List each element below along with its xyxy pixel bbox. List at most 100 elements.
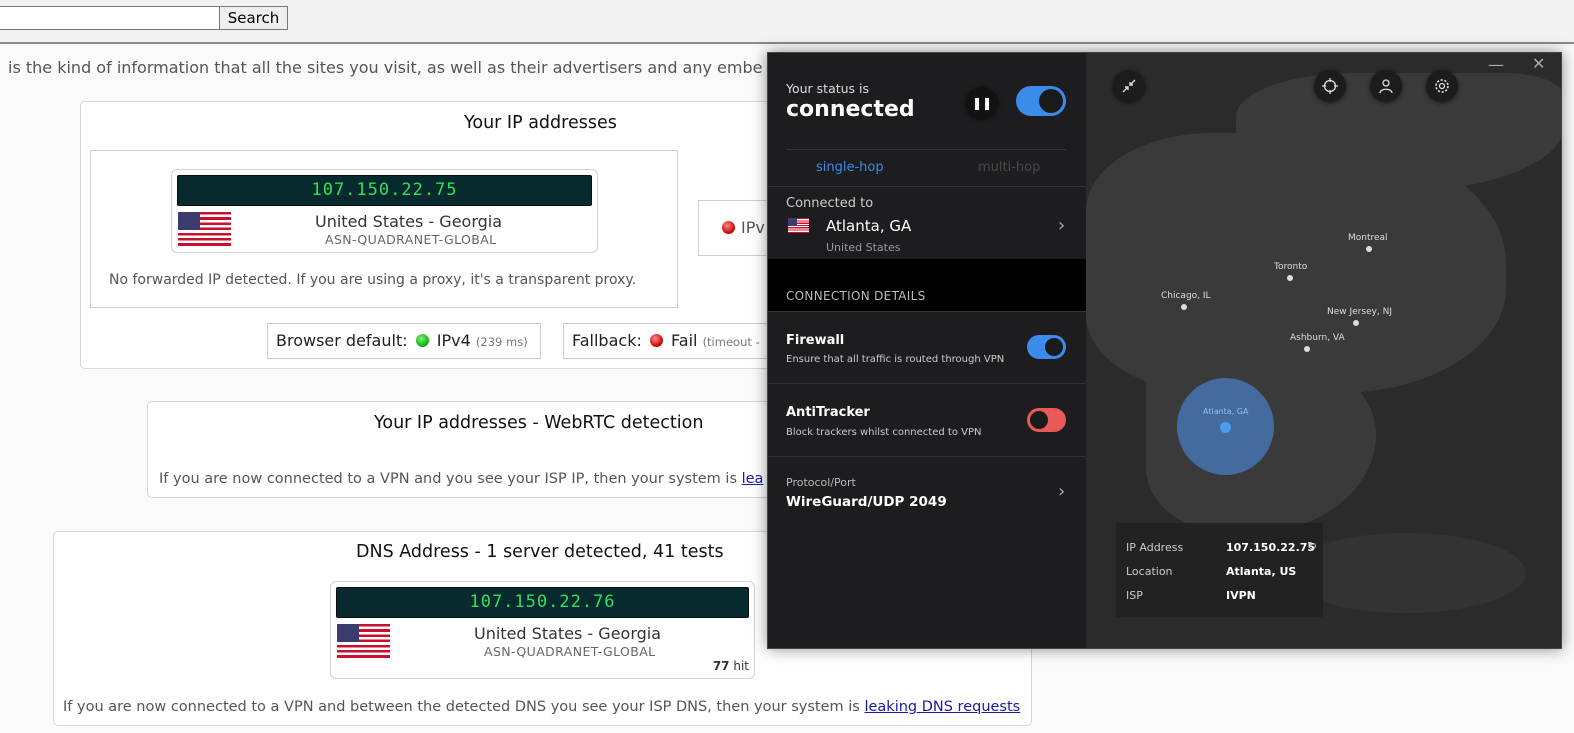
dns-note: If you are now connected to a VPN and be… [63, 699, 1020, 715]
webrtc-card-title: Your IP addresses - WebRTC detection [374, 413, 704, 433]
divider [768, 383, 1086, 384]
ipv6-status-icon [722, 221, 735, 234]
ip-card-title: Your IP addresses [464, 113, 617, 133]
fallback-pill: Fallback: Fail (timeout - [563, 323, 783, 359]
dns-card-title: DNS Address - 1 server detected, 41 test… [356, 542, 724, 562]
browser-default-pill: Browser default: IPv4 (239 ms) [267, 323, 541, 359]
connected-location-dot [1220, 422, 1231, 433]
ipv4-address: 107.150.22.75 [177, 175, 592, 206]
webrtc-card: Your IP addresses - WebRTC detection If … [147, 401, 787, 498]
fallback-value: Fail [671, 331, 698, 350]
divider [768, 311, 1086, 312]
ipv4-ok-icon [415, 334, 429, 347]
minimize-icon[interactable]: — [1488, 55, 1504, 74]
city-label: Ashburn, VA [1290, 333, 1345, 343]
city-label: Chicago, IL [1161, 291, 1211, 301]
isp-label: ISP [1126, 589, 1143, 602]
isp-value: IVPN [1226, 589, 1256, 602]
ipv4-asn: ASN-QUADRANET-GLOBAL [325, 232, 497, 247]
antitracker-title: AntiTracker [786, 405, 870, 420]
antitracker-toggle[interactable] [1027, 408, 1066, 432]
us-flag-icon [178, 212, 231, 246]
connection-details-label: CONNECTION DETAILS [786, 289, 926, 303]
status-label: Your status is [786, 81, 870, 96]
fallback-fail-icon [649, 334, 663, 347]
location-label: Location [1126, 565, 1173, 578]
city-label: Toronto [1274, 262, 1308, 272]
chevron-right-icon: › [1058, 215, 1066, 236]
tab-multi-hop[interactable]: multi-hop [978, 160, 1040, 175]
connected-to-label: Connected to [786, 196, 874, 211]
firewall-toggle[interactable] [1027, 335, 1066, 359]
city-marker[interactable] [1366, 246, 1372, 252]
divider [768, 456, 1086, 457]
dns-asn: ASN-QUADRANET-GLOBAL [484, 644, 656, 659]
browser-default-value: IPv4 [436, 331, 471, 350]
antitracker-subtitle: Block trackers whilst connected to VPN [786, 427, 982, 438]
webrtc-note: If you are now connected to a VPN and yo… [159, 471, 763, 487]
dns-hits-count: 77 [712, 659, 730, 673]
ipv4-country: United States - Georgia [315, 212, 503, 231]
pause-button[interactable]: ❚❚ [966, 87, 998, 119]
browser-default-label: Browser default: [276, 331, 408, 350]
us-flag-icon [337, 624, 390, 658]
protocol-label: Protocol/Port [786, 476, 856, 489]
firewall-subtitle: Ensure that all traffic is routed throug… [786, 354, 1005, 365]
city-label: Montreal [1348, 233, 1388, 243]
details-header-band [768, 259, 1086, 311]
connect-toggle-knob [1039, 89, 1063, 113]
ipv6-label: IPv [741, 218, 765, 237]
dns-note-text: If you are now connected to a VPN and be… [63, 699, 860, 715]
city-marker[interactable] [1287, 275, 1293, 281]
server-country: United States [826, 241, 901, 254]
close-icon[interactable]: ✕ [1532, 54, 1545, 73]
ip-addresses-card: Your IP addresses 107.150.22.75 United S… [80, 101, 788, 369]
fallback-detail: (timeout - [702, 335, 760, 349]
server-city: Atlanta, GA [826, 217, 912, 235]
collapse-map-button[interactable] [1113, 70, 1145, 102]
webrtc-note-text: If you are now connected to a VPN and yo… [159, 471, 737, 487]
settings-button[interactable] [1426, 70, 1458, 102]
forwarded-ip-note: No forwarded IP detected. If you are usi… [109, 272, 637, 288]
dns-country: United States - Georgia [474, 624, 662, 643]
dns-ip-block: 107.150.22.76 United States - Georgia AS… [330, 581, 755, 679]
firewall-toggle-knob [1045, 338, 1063, 356]
server-map[interactable]: — ✕ Montreal Toronto Chicago, IL New Jer… [1086, 53, 1561, 648]
city-marker[interactable] [1304, 346, 1310, 352]
tab-single-hop[interactable]: single-hop [816, 160, 884, 175]
city-marker[interactable] [1181, 304, 1187, 310]
firewall-title: Firewall [786, 333, 845, 348]
browser-default-ms: (239 ms) [475, 335, 528, 349]
ipv4-block: 107.150.22.75 United States - Georgia AS… [171, 169, 598, 253]
city-marker[interactable] [1353, 320, 1359, 326]
divider [786, 149, 1066, 150]
connected-location-label: Atlanta, GA [1203, 407, 1249, 416]
connect-toggle[interactable] [1016, 86, 1066, 116]
vpn-window: Your status is connected ❚❚ single-hop m… [767, 52, 1562, 649]
webrtc-leak-link[interactable]: lea [742, 471, 764, 487]
top-bar: Search [0, 0, 1574, 44]
dns-leak-link[interactable]: leaking DNS requests [864, 699, 1020, 715]
refresh-icon[interactable]: ↻ [1307, 539, 1317, 553]
ipv4-box: 107.150.22.75 United States - Georgia AS… [90, 150, 678, 308]
fallback-label: Fallback: [572, 331, 642, 350]
search-input[interactable] [0, 6, 220, 30]
dns-hits-suffix: hit [733, 659, 749, 673]
divider [768, 186, 1086, 187]
vpn-control-panel: Your status is connected ❚❚ single-hop m… [768, 53, 1086, 648]
protocol-value: WireGuard/UDP 2049 [786, 494, 947, 510]
locate-button[interactable] [1314, 70, 1346, 102]
search-button[interactable]: Search [219, 6, 288, 30]
location-value: Atlanta, US [1226, 565, 1297, 578]
dns-hits: 77 hit [713, 659, 749, 673]
dns-ip-address: 107.150.22.76 [336, 587, 749, 618]
ip-address-value: 107.150.22.75 [1226, 541, 1316, 554]
ip-address-label: IP Address [1126, 541, 1184, 554]
chevron-right-icon: › [1058, 481, 1066, 502]
intro-text: is the kind of information that all the … [8, 58, 763, 77]
city-label: New Jersey, NJ [1327, 307, 1393, 317]
account-button[interactable] [1370, 70, 1402, 102]
status-value: connected [786, 97, 915, 122]
antitracker-toggle-knob [1030, 411, 1048, 429]
us-flag-icon [788, 218, 809, 233]
